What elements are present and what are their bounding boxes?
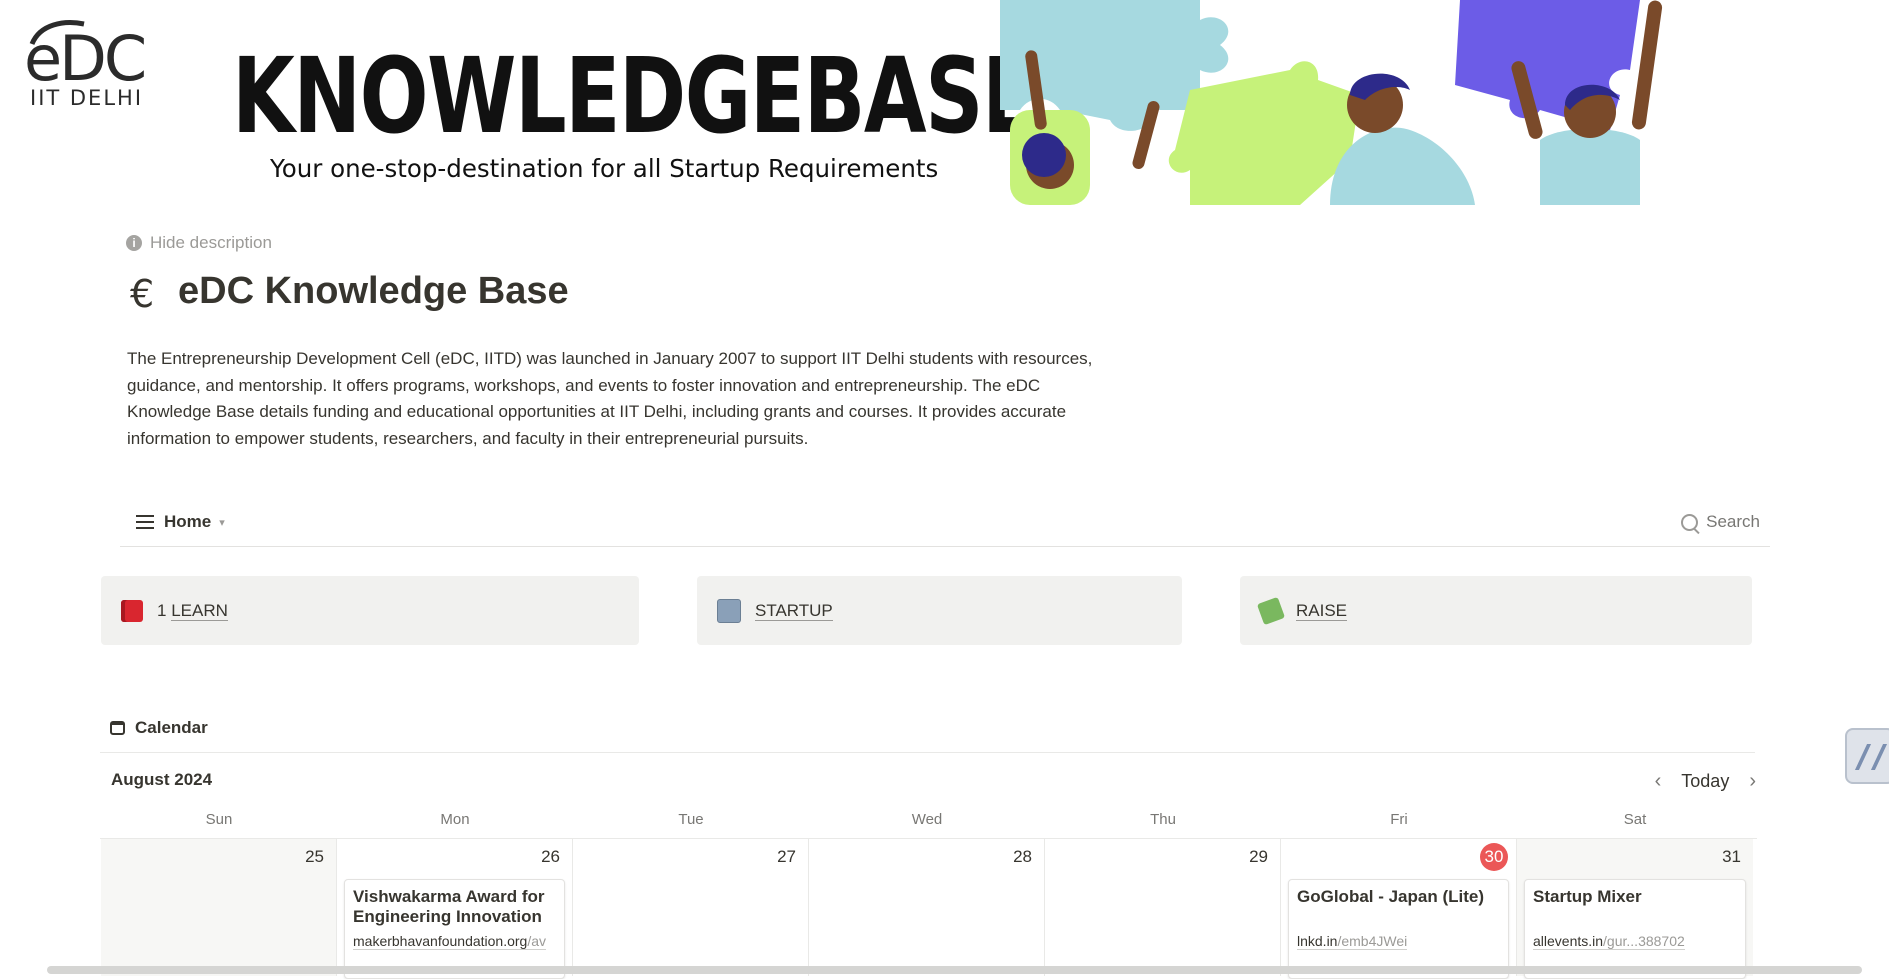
- calendar-day-cell[interactable]: 31 Startup Mixer allevents.in/gur...3887…: [1517, 839, 1753, 979]
- event-link[interactable]: makerbhavanfoundation.org/av: [353, 933, 547, 950]
- card-startup-label[interactable]: STARTUP: [755, 600, 833, 621]
- banner-title: KNOWLEDGEBASE: [232, 35, 1037, 157]
- event-card[interactable]: Startup Mixer allevents.in/gur...388702: [1524, 879, 1746, 979]
- calendar-nav: ‹ Today ›: [1655, 770, 1756, 793]
- today-button[interactable]: Today: [1681, 771, 1729, 792]
- lightning-icon: [1854, 744, 1888, 770]
- view-selector-home[interactable]: Home ▾: [136, 512, 225, 532]
- calendar-view-tab[interactable]: Calendar: [110, 718, 208, 738]
- search-label: Search: [1706, 512, 1760, 531]
- card-raise-label[interactable]: RAISE: [1296, 600, 1348, 621]
- logo-main-text: eDC: [24, 22, 147, 95]
- event-title: GoGlobal - Japan (Lite): [1297, 887, 1485, 906]
- card-learn[interactable]: 1 LEARN: [101, 576, 639, 645]
- chevron-down-icon: ▾: [219, 516, 225, 529]
- cover-banner: eDC IIT DELHI KNOWLEDGEBASE Your one-sto…: [0, 0, 1889, 205]
- calendar-day-cell[interactable]: 25: [101, 839, 337, 976]
- calendar-icon: [110, 721, 125, 735]
- logo-sub-text: IIT DELHI: [30, 86, 144, 110]
- card-raise[interactable]: RAISE: [1240, 576, 1752, 645]
- event-title: Vishwakarma Award for Engineering Innova…: [353, 887, 545, 926]
- calendar-day-cell[interactable]: 26 Vishwakarma Award for Engineering Inn…: [337, 839, 573, 979]
- page-title: eDC Knowledge Base: [178, 270, 569, 312]
- weekday-fri: Fri: [1390, 811, 1408, 828]
- event-title: Startup Mixer: [1533, 887, 1642, 906]
- day-number: 26: [541, 847, 560, 866]
- event-link-path: /gur...388702: [1603, 933, 1685, 949]
- list-icon: [136, 515, 154, 529]
- calendar-day-cell[interactable]: 27: [573, 839, 809, 976]
- day-number: 27: [777, 847, 796, 866]
- event-link-domain: makerbhavanfoundation.org: [353, 933, 528, 949]
- day-number: 25: [305, 847, 324, 866]
- weekday-tue: Tue: [678, 811, 704, 828]
- calendar-divider: [100, 752, 1755, 753]
- edc-page-icon[interactable]: €: [130, 272, 154, 316]
- event-link-path: /emb4JWei: [1337, 933, 1408, 949]
- weekday-thu: Thu: [1150, 811, 1176, 828]
- calendar-month: August 2024: [111, 770, 213, 789]
- card-learn-prefix: 1: [157, 600, 172, 620]
- weekday-sat: Sat: [1623, 811, 1647, 828]
- banner-subtitle: Your one-stop-destination for all Startu…: [270, 154, 939, 183]
- page-description: The Entrepreneurship Development Cell (e…: [127, 349, 1093, 448]
- event-card[interactable]: Vishwakarma Award for Engineering Innova…: [344, 879, 565, 979]
- view-name: Home: [164, 512, 212, 531]
- event-link-domain: allevents.in: [1533, 933, 1604, 949]
- weekday-mon: Mon: [440, 811, 470, 828]
- chevron-right-icon[interactable]: ›: [1749, 770, 1756, 793]
- info-icon: i: [126, 235, 142, 251]
- hide-description-label: Hide description: [150, 233, 272, 252]
- event-link-path: /av: [527, 933, 547, 949]
- calendar-day-cell[interactable]: 28: [809, 839, 1045, 976]
- event-card[interactable]: GoGlobal - Japan (Lite) lnkd.in/emb4JWei: [1288, 879, 1509, 979]
- calendar-heading: Calendar: [135, 718, 208, 737]
- day-number: 29: [1249, 847, 1268, 866]
- card-startup[interactable]: STARTUP: [697, 576, 1182, 645]
- day-number: 31: [1722, 847, 1741, 866]
- hide-description-toggle[interactable]: i Hide description: [126, 233, 272, 253]
- card-learn-label[interactable]: LEARN: [171, 600, 228, 621]
- today-badge: 30: [1480, 843, 1508, 871]
- event-link[interactable]: allevents.in/gur...388702: [1533, 933, 1685, 950]
- calendar-day-cell[interactable]: 29: [1045, 839, 1281, 976]
- red-book-icon: [121, 599, 143, 622]
- chevron-left-icon[interactable]: ‹: [1655, 770, 1662, 793]
- event-link[interactable]: lnkd.in/emb4JWei: [1297, 933, 1408, 950]
- horizontal-scrollbar[interactable]: [47, 966, 1862, 974]
- weekday-wed: Wed: [911, 811, 943, 828]
- card-file-box-icon: [717, 598, 741, 623]
- puzzle-illustration: [1000, 0, 1663, 205]
- database-view-bar: Home ▾ Search: [120, 506, 1770, 547]
- day-number: 28: [1013, 847, 1032, 866]
- search-button[interactable]: Search: [1681, 512, 1760, 532]
- weekday-sun: Sun: [205, 811, 233, 828]
- floating-widget-button[interactable]: [1845, 728, 1889, 784]
- search-icon: [1681, 513, 1699, 531]
- calendar-day-cell[interactable]: 30 GoGlobal - Japan (Lite) lnkd.in/emb4J…: [1281, 839, 1517, 979]
- money-with-wings-icon: [1256, 596, 1286, 625]
- event-link-domain: lnkd.in: [1297, 933, 1338, 949]
